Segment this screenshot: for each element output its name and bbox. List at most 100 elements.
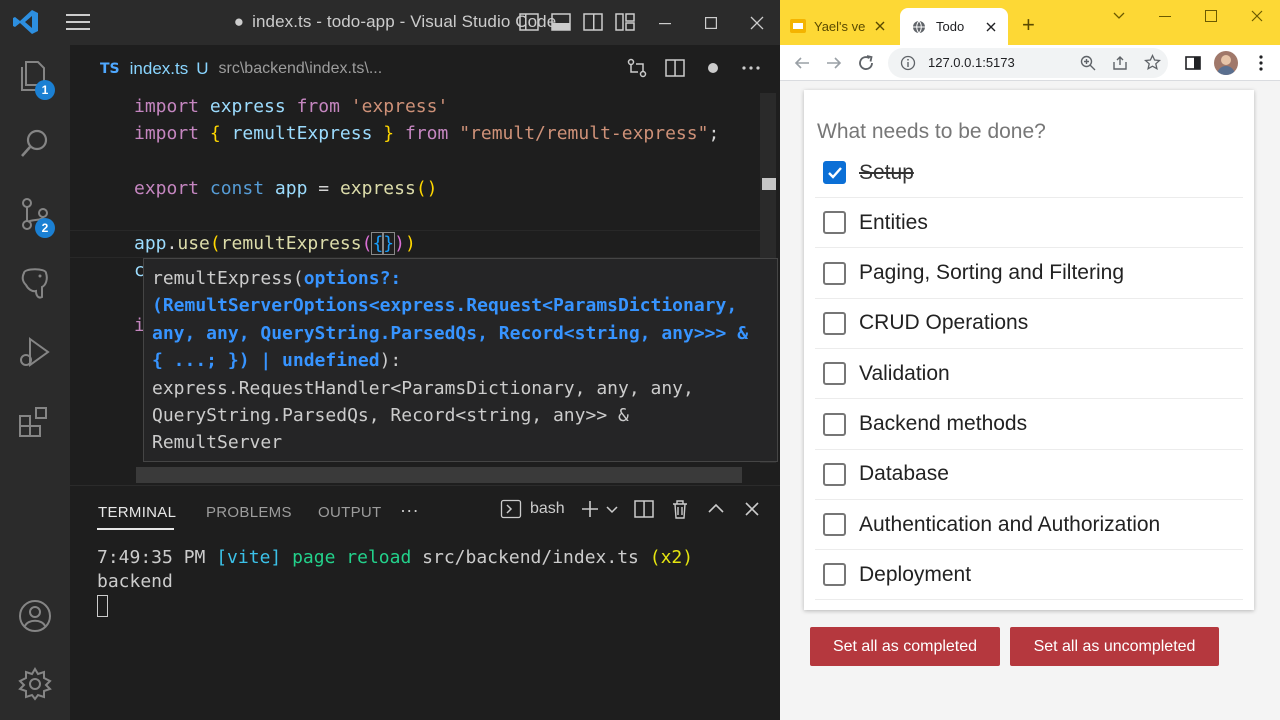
customize-layout-icon[interactable] — [614, 11, 636, 33]
run-debug-icon[interactable] — [16, 333, 54, 371]
new-todo-input[interactable]: What needs to be done? — [817, 120, 1046, 144]
tab-close-icon[interactable] — [875, 21, 885, 31]
maximize-button[interactable] — [688, 0, 734, 45]
browser-tab-yaels[interactable]: Yael's ve — [790, 10, 898, 42]
minimize-button[interactable] — [642, 0, 688, 45]
editor-tab-index-ts[interactable]: TS index.ts U src\backend\index.ts\... — [100, 45, 382, 93]
tab-untracked-badge: U — [196, 59, 209, 78]
split-terminal-icon[interactable] — [633, 498, 655, 520]
close-panel-icon[interactable] — [741, 498, 763, 520]
tab-close-icon[interactable] — [986, 22, 996, 32]
browser-minimize-button[interactable] — [1142, 0, 1188, 32]
hover-tooltip: remultExpress(options?: (RemultServerOpt… — [143, 258, 778, 462]
account-icon[interactable] — [16, 597, 54, 635]
todo-checkbox[interactable] — [823, 513, 846, 537]
set-all-uncompleted-button[interactable]: Set all as uncompleted — [1010, 627, 1219, 666]
zoom-icon[interactable] — [1080, 55, 1096, 71]
terminal-line-1: 7:49:35 PM [vite] page reload src/backen… — [97, 547, 694, 568]
split-editor-icon[interactable] — [664, 57, 686, 79]
panel-more-button[interactable]: ··· — [400, 500, 419, 521]
browser-menu-kebab-icon[interactable] — [1252, 54, 1270, 72]
hover-line-5: express.RequestHandler<ParamsDictionary,… — [152, 377, 694, 399]
todo-checkbox[interactable] — [823, 211, 846, 235]
database-elephant-icon[interactable] — [16, 265, 54, 303]
todo-item[interactable]: Paging, Sorting and Filtering — [815, 249, 1243, 299]
url-text: 127.0.0.1:5173 — [928, 55, 1015, 70]
site-info-icon[interactable] — [900, 55, 916, 71]
todo-item[interactable]: Setup — [815, 148, 1243, 198]
todo-checkbox[interactable] — [823, 412, 846, 436]
side-panel-icon[interactable] — [1184, 54, 1202, 72]
todo-item[interactable]: Authentication and Authorization — [815, 500, 1243, 551]
terminal-shell-icon[interactable] — [500, 498, 522, 520]
more-actions-icon[interactable] — [740, 57, 762, 79]
todo-checkbox[interactable] — [823, 362, 846, 386]
set-all-completed-button[interactable]: Set all as completed — [810, 627, 1000, 666]
terminal-dropdown-icon[interactable] — [605, 498, 619, 520]
toggle-secondary-sidebar-icon[interactable] — [582, 11, 604, 33]
settings-gear-icon[interactable] — [16, 665, 54, 703]
new-terminal-plus-icon[interactable] — [579, 498, 601, 520]
globe-favicon-icon — [913, 20, 925, 34]
todo-checkbox[interactable] — [823, 311, 846, 335]
editor-horizontal-scrollbar[interactable] — [136, 467, 742, 483]
typescript-file-icon: TS — [100, 61, 120, 77]
terminal-prompt — [97, 594, 693, 618]
bookmark-star-icon[interactable] — [1144, 54, 1161, 71]
terminal-output[interactable]: 7:49:35 PM [vite] page reload src/backen… — [97, 546, 693, 618]
browser-tab-todo[interactable]: Todo — [900, 8, 1008, 45]
tab-problems[interactable]: PROBLEMS — [206, 504, 292, 521]
search-icon[interactable] — [16, 125, 54, 163]
forward-arrow-icon[interactable] — [824, 53, 844, 73]
unsaved-dot: ● — [233, 12, 245, 31]
toggle-sidebar-icon[interactable] — [518, 11, 540, 33]
share-icon[interactable] — [1112, 55, 1128, 71]
toggle-panel-icon[interactable] — [550, 11, 572, 33]
scrollbar-cursor-marker — [762, 178, 776, 190]
close-icon — [750, 16, 764, 29]
hover-line-2: (RemultServerOptions<express.Request<Par… — [152, 295, 738, 317]
address-bar[interactable]: 127.0.0.1:5173 — [888, 48, 1168, 78]
tab-filename: index.ts — [129, 59, 189, 78]
new-tab-plus-icon[interactable]: + — [1022, 12, 1035, 38]
todo-item[interactable]: Backend methods — [815, 400, 1243, 450]
close-button[interactable] — [734, 0, 780, 45]
terminal-cursor — [97, 595, 108, 617]
todo-item-label: Validation — [859, 361, 950, 385]
todo-item[interactable]: Database — [815, 450, 1243, 500]
todo-item[interactable]: CRUD Operations — [815, 299, 1243, 349]
shell-name[interactable]: bash — [530, 500, 565, 518]
todo-item-label: Setup — [859, 160, 914, 184]
browser-close-button[interactable] — [1234, 0, 1280, 32]
profile-avatar[interactable] — [1214, 51, 1238, 75]
vscode-titlebar: ● index.ts - todo-app - Visual Studio Cod… — [0, 0, 780, 45]
unsaved-changes-dot-icon[interactable] — [702, 57, 724, 79]
back-arrow-icon[interactable] — [792, 53, 812, 73]
extensions-icon[interactable] — [16, 403, 54, 441]
minimize-icon — [659, 22, 671, 24]
browser-maximize-button[interactable] — [1188, 0, 1234, 32]
browser-toolbar: 127.0.0.1:5173 — [780, 45, 1280, 81]
todo-item[interactable]: Deployment — [815, 550, 1243, 601]
kill-terminal-trash-icon[interactable] — [669, 498, 691, 520]
todo-checkbox[interactable] — [823, 563, 846, 587]
todo-item-label: Authentication and Authorization — [859, 512, 1161, 536]
close-icon — [1251, 10, 1263, 22]
activity-bar: 1 2 — [0, 45, 70, 720]
reload-icon[interactable] — [856, 53, 876, 73]
minimize-icon — [1159, 16, 1171, 17]
active-tab-underline — [97, 528, 174, 530]
browser-tab-label: Todo — [936, 19, 965, 34]
maximize-panel-chevron-up-icon[interactable] — [705, 498, 727, 520]
todo-item[interactable]: Validation — [815, 349, 1243, 400]
tab-output[interactable]: OUTPUT — [318, 504, 381, 521]
code-line-2: import { remultExpress } from "remult/re… — [134, 123, 720, 144]
todo-checkbox-checked[interactable] — [823, 161, 846, 184]
browser-tab-strip: Yael's ve Todo + — [780, 0, 1280, 45]
todo-checkbox[interactable] — [823, 462, 846, 486]
todo-checkbox[interactable] — [823, 261, 846, 285]
tab-terminal[interactable]: TERMINAL — [98, 504, 176, 521]
todo-item[interactable]: Entities — [815, 198, 1243, 249]
tab-search-button[interactable] — [1096, 0, 1142, 32]
open-changes-icon[interactable] — [626, 57, 648, 79]
